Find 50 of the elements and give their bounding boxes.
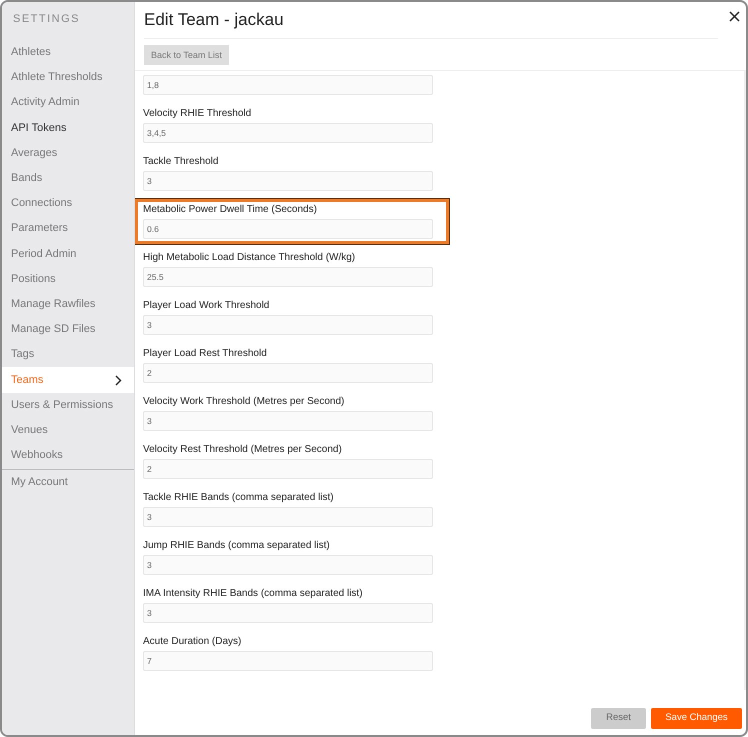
sidebar-item[interactable]: Users & Permissions xyxy=(2,392,134,418)
input-field[interactable]: 1,8 xyxy=(143,75,433,95)
chevron-right-icon xyxy=(115,374,122,386)
sidebar-item[interactable]: Connections xyxy=(2,191,134,216)
dialog-title: Edit Team - jackau xyxy=(143,9,284,31)
field-label: Tackle Threshold xyxy=(143,155,220,169)
field-label: Velocity RHIE Threshold xyxy=(143,107,252,121)
sidebar-item[interactable]: My Account xyxy=(2,469,134,494)
input-field[interactable]: 7 xyxy=(143,651,433,671)
input-field[interactable]: 0.6 xyxy=(143,219,433,239)
sidebar-item[interactable]: Parameters xyxy=(2,216,134,242)
sidebar-item[interactable]: Venues xyxy=(2,418,134,443)
sidebar-item[interactable]: Webhooks xyxy=(2,443,134,468)
field-label: Player Load Rest Threshold xyxy=(143,347,268,361)
sidebar-item[interactable]: Tags xyxy=(2,342,134,368)
field-label: High Metabolic Load Distance Threshold (W/kg) xyxy=(143,251,356,265)
sidebar-item[interactable]: API Tokens xyxy=(2,116,134,141)
back-button[interactable]: Back to Team List xyxy=(144,45,229,65)
sidebar-item[interactable]: Period Admin xyxy=(2,242,134,267)
input-field[interactable]: 3 xyxy=(143,507,433,527)
field-label: IMA Intensity RHIE Bands (comma separated list) xyxy=(143,587,364,601)
input-field[interactable]: 3 xyxy=(143,603,433,623)
field-label: Velocity Rest Threshold (Metres per Second) xyxy=(143,443,343,457)
field-label: Metabolic Power Dwell Time (Seconds) xyxy=(143,203,318,217)
save-button[interactable]: Save Changes xyxy=(651,708,742,729)
field-label: Tackle RHIE Bands (comma separated list) xyxy=(143,491,335,505)
input-field[interactable]: 25.5 xyxy=(143,267,433,287)
field-label: Jump RHIE Bands (comma separated list) xyxy=(143,539,331,553)
reset-button[interactable]: Reset xyxy=(591,708,646,729)
field-label: Player Load Work Threshold xyxy=(143,299,270,313)
input-field[interactable]: 3,4,5 xyxy=(143,123,433,143)
sidebar-item[interactable]: Manage SD Files xyxy=(2,317,134,342)
input-field[interactable]: 2 xyxy=(143,363,433,383)
sidebar-item[interactable]: Athletes xyxy=(2,40,134,66)
close-button[interactable] xyxy=(729,11,740,22)
sidebar-item[interactable]: Manage Rawfiles xyxy=(2,292,134,318)
sidebar-item[interactable]: Positions xyxy=(2,266,134,292)
sidebar-item[interactable]: Averages xyxy=(2,140,134,166)
sidebar-item[interactable]: Bands xyxy=(2,166,134,192)
sidebar-item[interactable]: Athlete Thresholds xyxy=(2,65,134,90)
input-field[interactable]: 3 xyxy=(143,555,433,575)
input-field[interactable]: 3 xyxy=(143,411,433,431)
input-field[interactable]: 3 xyxy=(143,315,433,335)
input-field[interactable]: 3 xyxy=(143,171,433,191)
field-label: Velocity Work Threshold (Metres per Second) xyxy=(143,395,346,409)
field-label: Acute Duration (Days) xyxy=(143,635,242,649)
sidebar-item[interactable]: Activity Admin xyxy=(2,90,134,116)
sidebar-item[interactable]: Teams xyxy=(2,367,134,393)
sidebar-heading: SETTINGS xyxy=(12,12,82,27)
input-field[interactable]: 2 xyxy=(143,459,433,479)
